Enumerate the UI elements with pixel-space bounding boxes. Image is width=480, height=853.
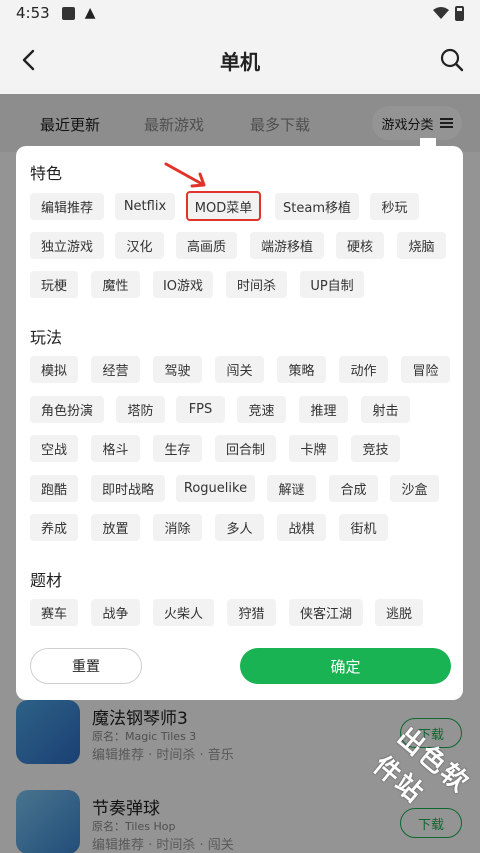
chip[interactable]: 时间杀 bbox=[226, 271, 287, 298]
header: 单机 bbox=[0, 26, 480, 94]
chip[interactable]: 格斗 bbox=[91, 435, 140, 462]
notification-icon bbox=[61, 6, 75, 20]
chip[interactable]: 即时战略 bbox=[91, 475, 165, 502]
chip[interactable]: FPS bbox=[176, 396, 225, 423]
chip[interactable]: 模拟 bbox=[30, 356, 78, 383]
reset-button[interactable]: 重置 bbox=[30, 648, 142, 684]
chip[interactable]: 塔防 bbox=[116, 396, 165, 423]
chip[interactable]: Roguelike bbox=[176, 475, 255, 502]
chip[interactable]: 烧脑 bbox=[397, 232, 446, 259]
chip[interactable]: 消除 bbox=[153, 514, 202, 541]
chip[interactable]: 卡牌 bbox=[289, 435, 338, 462]
chip[interactable]: 高画质 bbox=[176, 232, 237, 259]
chip[interactable]: 玩梗 bbox=[30, 271, 78, 298]
chip[interactable]: 动作 bbox=[339, 356, 388, 383]
chip[interactable]: 硬核 bbox=[336, 232, 384, 259]
chip[interactable]: 逃脱 bbox=[375, 599, 423, 626]
chip[interactable]: 战争 bbox=[91, 599, 140, 626]
chip[interactable]: 独立游戏 bbox=[30, 232, 104, 259]
chip[interactable]: 侠客江湖 bbox=[289, 599, 363, 626]
chip[interactable]: IO游戏 bbox=[153, 271, 213, 298]
chip[interactable]: 养成 bbox=[30, 514, 78, 541]
chip[interactable]: Steam移植 bbox=[275, 193, 359, 220]
chip[interactable]: 汉化 bbox=[115, 232, 164, 259]
chip[interactable]: 街机 bbox=[339, 514, 388, 541]
chip[interactable]: 火柴人 bbox=[153, 599, 214, 626]
panel-notch bbox=[420, 138, 436, 154]
section-title-features: 特色 bbox=[30, 164, 63, 183]
chip[interactable]: 魔性 bbox=[91, 271, 140, 298]
chip[interactable]: 空战 bbox=[30, 435, 78, 462]
section-title-gameplay: 玩法 bbox=[30, 328, 63, 347]
search-icon[interactable] bbox=[438, 46, 466, 74]
chip[interactable]: 狩猎 bbox=[227, 599, 276, 626]
annotation-arrow-icon bbox=[164, 162, 206, 188]
status-bar: 4:53 ▲ bbox=[0, 0, 480, 26]
status-time: 4:53 bbox=[16, 4, 50, 22]
chip[interactable]: 放置 bbox=[91, 514, 140, 541]
chip[interactable]: 战棋 bbox=[277, 514, 326, 541]
chip[interactable]: 角色扮演 bbox=[30, 396, 104, 423]
chip[interactable]: 端游移植 bbox=[250, 232, 324, 259]
filter-panel: 特色 编辑推荐 Netflix MOD菜单 Steam移植 秒玩 独立游戏 汉化… bbox=[16, 138, 463, 700]
chip[interactable]: 驾驶 bbox=[153, 356, 202, 383]
page-title: 单机 bbox=[220, 50, 260, 74]
chip[interactable]: 回合制 bbox=[215, 435, 276, 462]
confirm-button[interactable]: 确定 bbox=[240, 648, 451, 684]
chip[interactable]: 解谜 bbox=[267, 475, 316, 502]
wifi-icon bbox=[433, 7, 449, 19]
chip[interactable]: 策略 bbox=[277, 356, 326, 383]
chip[interactable]: 跑酷 bbox=[30, 475, 78, 502]
chip[interactable]: 秒玩 bbox=[370, 193, 419, 220]
chip[interactable]: Netflix bbox=[115, 193, 175, 220]
chip[interactable]: UP自制 bbox=[300, 271, 364, 298]
chip[interactable]: 编辑推荐 bbox=[30, 193, 104, 220]
chip-mod-menu[interactable]: MOD菜单 bbox=[186, 191, 261, 221]
chip[interactable]: 冒险 bbox=[401, 356, 450, 383]
chip[interactable]: 推理 bbox=[299, 396, 348, 423]
chip[interactable]: 竞技 bbox=[351, 435, 400, 462]
chip[interactable]: 射击 bbox=[361, 396, 410, 423]
battery-icon bbox=[455, 5, 464, 21]
warning-icon: ▲ bbox=[84, 5, 96, 21]
chip[interactable]: 沙盒 bbox=[390, 475, 439, 502]
chip[interactable]: 闯关 bbox=[215, 356, 264, 383]
chip[interactable]: 合成 bbox=[329, 475, 378, 502]
chip[interactable]: 竞速 bbox=[237, 396, 286, 423]
section-title-theme: 题材 bbox=[30, 571, 63, 590]
chip[interactable]: 生存 bbox=[153, 435, 202, 462]
chip[interactable]: 经营 bbox=[91, 356, 140, 383]
chip[interactable]: 多人 bbox=[215, 514, 264, 541]
chip[interactable]: 赛车 bbox=[30, 599, 78, 626]
